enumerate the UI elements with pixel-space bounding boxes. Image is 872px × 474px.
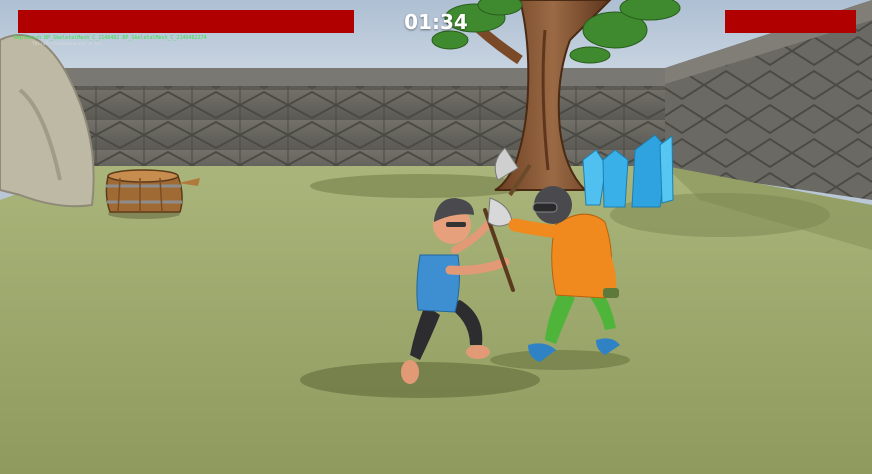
player-health-bar — [18, 10, 354, 33]
game-scene — [0, 0, 872, 474]
enemy-health-bar — [725, 10, 856, 33]
debug-subtext: ThirdPersonCharacter 0 sec — [32, 42, 103, 47]
debug-text: Replenish BP_SkeletalMesh_C_2146482 BP_S… — [14, 35, 207, 41]
round-timer: 01:34 — [404, 10, 468, 34]
back-wall — [55, 68, 675, 166]
game-viewport[interactable]: 01:34 Replenish BP_SkeletalMesh_C_214648… — [0, 0, 872, 474]
